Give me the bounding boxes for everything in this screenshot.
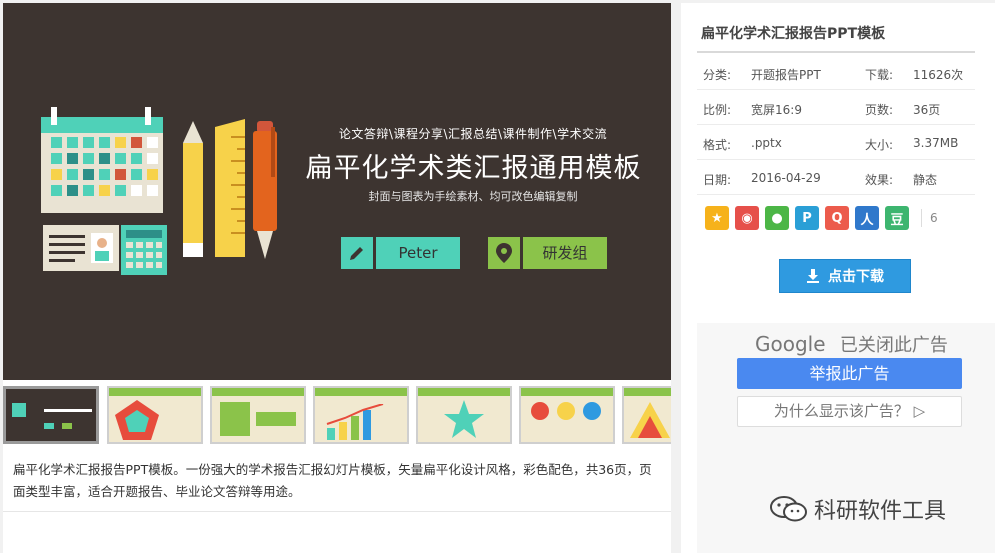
info-value: 2016-04-29 [751, 171, 821, 185]
pen-icon [253, 121, 277, 259]
thumbnail-slide-6[interactable] [519, 386, 615, 444]
thumbnail-slide-1[interactable] [3, 386, 99, 444]
hero-slide[interactable]: 论文答辩\课程分享\汇报总结\课件制作\学术交流 扁平化学术类汇报通用模板 封面… [3, 3, 671, 380]
info-value: .pptx [751, 136, 782, 150]
info-value: 36页 [913, 103, 941, 117]
hero-title: 扁平化学术类汇报通用模板 [305, 153, 642, 184]
template-title: 扁平化学术汇报报告PPT模板 [701, 26, 886, 42]
info-key: 下载: [865, 68, 894, 82]
tencent-weibo-share-icon[interactable]: P [795, 206, 819, 230]
id-card-icon [43, 225, 119, 271]
wechat-logo-icon [770, 496, 807, 522]
template-description: 扁平化学术汇报报告PPT模板。一份强大的学术报告汇报幻灯片模板，矢量扁平化设计风… [13, 462, 652, 499]
info-value: 3.37MB [913, 136, 959, 150]
thumbnail-slide-4[interactable] [313, 386, 409, 444]
weibo-share-icon[interactable]: ◉ [735, 206, 759, 230]
google-logo-text: Google [755, 332, 826, 356]
edit-pencil-icon [341, 237, 373, 269]
thumbnail-slide-2[interactable] [107, 386, 203, 444]
why-this-ad-button[interactable]: 为什么显示该广告？ ▷ [737, 396, 962, 427]
ruler-icon [215, 119, 245, 257]
category-link[interactable]: 开题报告PPT [751, 66, 821, 83]
department-name: 研发组 [523, 237, 607, 269]
presenter-name: Peter [376, 237, 460, 269]
info-key: 页数: [865, 103, 894, 117]
info-value: 11626次 [913, 68, 964, 82]
watermark-text: 科研软件工具 [814, 499, 947, 524]
share-count: 6 [921, 209, 938, 227]
template-info-sidebar: 扁平化学术汇报报告PPT模板 分类: 开题报告PPT 下载: 11626次 比例… [681, 3, 995, 553]
download-icon [807, 269, 819, 283]
watermark: 科研软件工具 [770, 493, 946, 525]
info-value: 宽屏16:9 [751, 103, 802, 117]
info-row-date: 日期: 2016-04-29 效果: 静态 [697, 160, 975, 195]
hero-description: 封面与图表为手绘素材、均可改色编辑复制 [368, 190, 578, 203]
info-row-format: 格式: .pptx 大小: 3.37MB [697, 125, 975, 160]
divider [697, 51, 975, 53]
info-key: 效果: [865, 173, 894, 187]
info-key: 比例: [703, 103, 732, 117]
thumbnail-slide-5[interactable] [416, 386, 512, 444]
info-value: 静态 [913, 173, 938, 187]
wechat-share-icon[interactable]: ● [765, 206, 789, 230]
download-label: 点击下载 [828, 269, 884, 285]
ad-google-logo: Google 已关闭此广告 [755, 331, 948, 357]
pencil-icon [183, 121, 203, 257]
thumbnail-slide-3[interactable] [210, 386, 306, 444]
info-row-ratio: 比例: 宽屏16:9 页数: 36页 [697, 90, 975, 125]
calculator-icon [121, 225, 167, 275]
qzone-share-icon[interactable]: ★ [705, 206, 729, 230]
report-ad-button[interactable]: 举报此广告 [737, 358, 962, 389]
location-pin-icon [488, 237, 520, 269]
ad-closed-text: 已关闭此广告 [839, 335, 948, 356]
template-preview-panel: 论文答辩\课程分享\汇报总结\课件制作\学术交流 扁平化学术类汇报通用模板 封面… [3, 3, 671, 553]
qq-share-icon[interactable]: Q [825, 206, 849, 230]
thumbnail-strip [3, 384, 671, 446]
info-key: 日期: [703, 173, 732, 187]
douban-share-icon[interactable]: 豆 [885, 206, 909, 230]
thumbnail-slide-7[interactable] [622, 386, 671, 444]
share-bar: ★ ◉ ● P Q 人 豆 6 [705, 206, 938, 230]
info-key: 分类: [703, 68, 732, 82]
info-key: 格式: [703, 138, 732, 152]
hero-subtitle: 论文答辩\课程分享\汇报总结\课件制作\学术交流 [338, 127, 608, 141]
renren-share-icon[interactable]: 人 [855, 206, 879, 230]
divider [3, 511, 671, 512]
download-button[interactable]: 点击下载 [779, 259, 911, 293]
info-row-category: 分类: 开题报告PPT 下载: 11626次 [697, 55, 975, 90]
info-key: 大小: [865, 138, 894, 152]
calendar-illustration-icon [41, 107, 163, 213]
